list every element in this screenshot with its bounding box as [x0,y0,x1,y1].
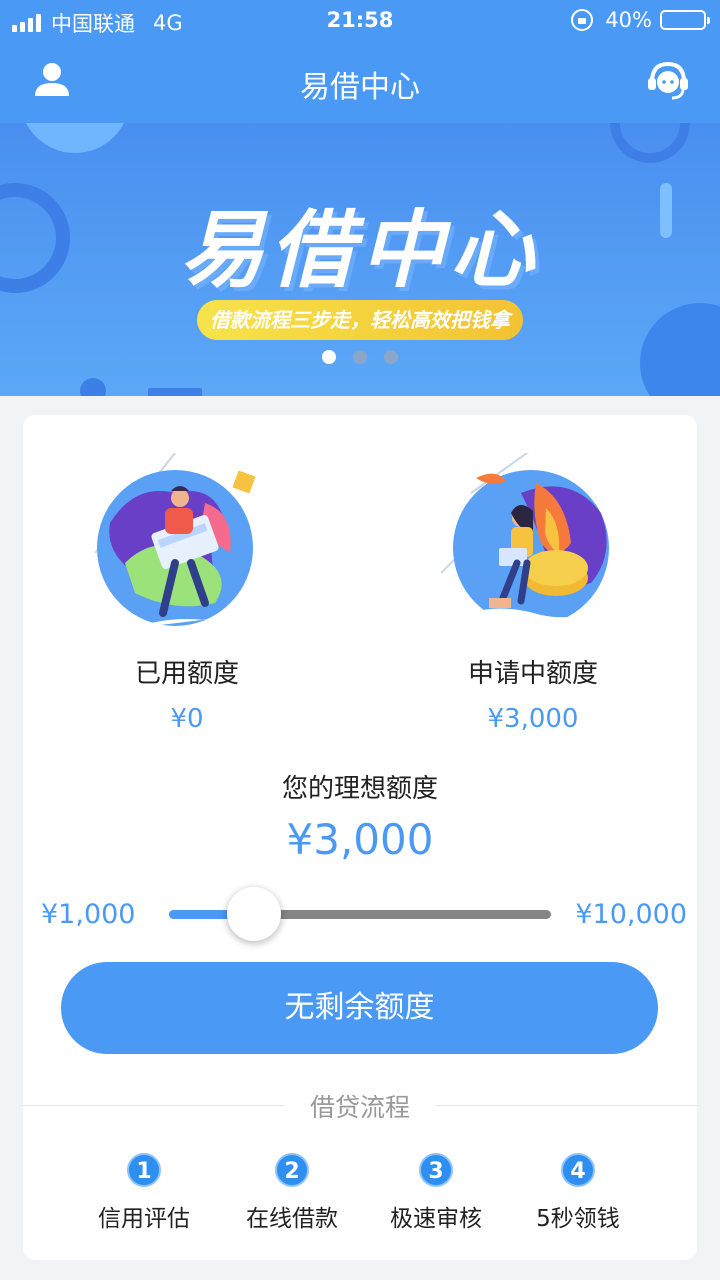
step-number-badge: 4 [561,1153,595,1187]
page-title: 易借中心 [300,70,420,105]
step-number-badge: 2 [275,1153,309,1187]
no-quota-button[interactable]: 无剩余额度 [61,962,658,1054]
banner-slogan: 借款流程三步走，轻松高效把钱拿 [197,300,523,340]
step-label: 极速审核 [390,1206,482,1232]
customer-service-icon[interactable] [646,58,690,102]
banner-deco-dot [80,378,106,396]
banner-deco-ring [610,123,690,163]
ideal-quota-label: 您的理想额度 [281,774,438,804]
carousel-dot[interactable] [322,350,336,364]
battery-icon [660,10,710,30]
banner-deco-bar [148,388,202,396]
applying-quota-illustration [441,453,611,628]
step-label: 在线借款 [246,1206,338,1232]
carousel-indicator[interactable] [322,350,398,364]
nav-bar: 易借中心 [0,40,720,124]
applying-quota-value: ¥3,000 [487,704,579,734]
applying-quota-label: 申请中额度 [467,659,598,689]
carousel-dot[interactable] [384,350,398,364]
used-quota-illustration [95,453,260,628]
used-quota-value: ¥0 [170,704,204,734]
process-step: 3 极速审核 [361,1153,511,1233]
process-step: 2 在线借款 [217,1153,367,1233]
used-quota-label: 已用额度 [134,659,239,689]
status-bar: 中国联通 4G 21:58 40% [0,0,720,40]
slider-min-label: ¥1,000 [41,899,136,930]
process-step: 4 5秒领钱 [503,1153,653,1233]
process-title: 借贷流程 [309,1093,410,1122]
banner-deco-wave [20,123,130,153]
banner-title: 易借中心 [179,200,540,299]
divider [435,1105,697,1106]
carousel-dot[interactable] [353,350,367,364]
orientation-lock-icon [571,9,594,31]
step-label: 信用评估 [98,1206,190,1232]
step-number-badge: 3 [419,1153,453,1187]
loan-card: 已用额度 ¥0 申请中额度 ¥3,000 您的理想额度 ¥3,000 ¥1,00… [23,415,697,1260]
status-right: 40% [571,8,710,32]
banner-deco-blob [640,303,720,396]
step-number-badge: 1 [127,1153,161,1187]
promo-banner[interactable]: 易借中心 借款流程三步走，轻松高效把钱拿 [0,123,720,396]
process-header: 借贷流程 [23,1085,697,1125]
ideal-quota-value: ¥3,000 [286,815,434,864]
amount-slider-thumb[interactable] [226,887,281,941]
slider-max-label: ¥10,000 [575,899,687,930]
process-step: 1 信用评估 [69,1153,219,1233]
step-label: 5秒领钱 [536,1206,620,1232]
battery-percent: 40% [605,8,652,32]
